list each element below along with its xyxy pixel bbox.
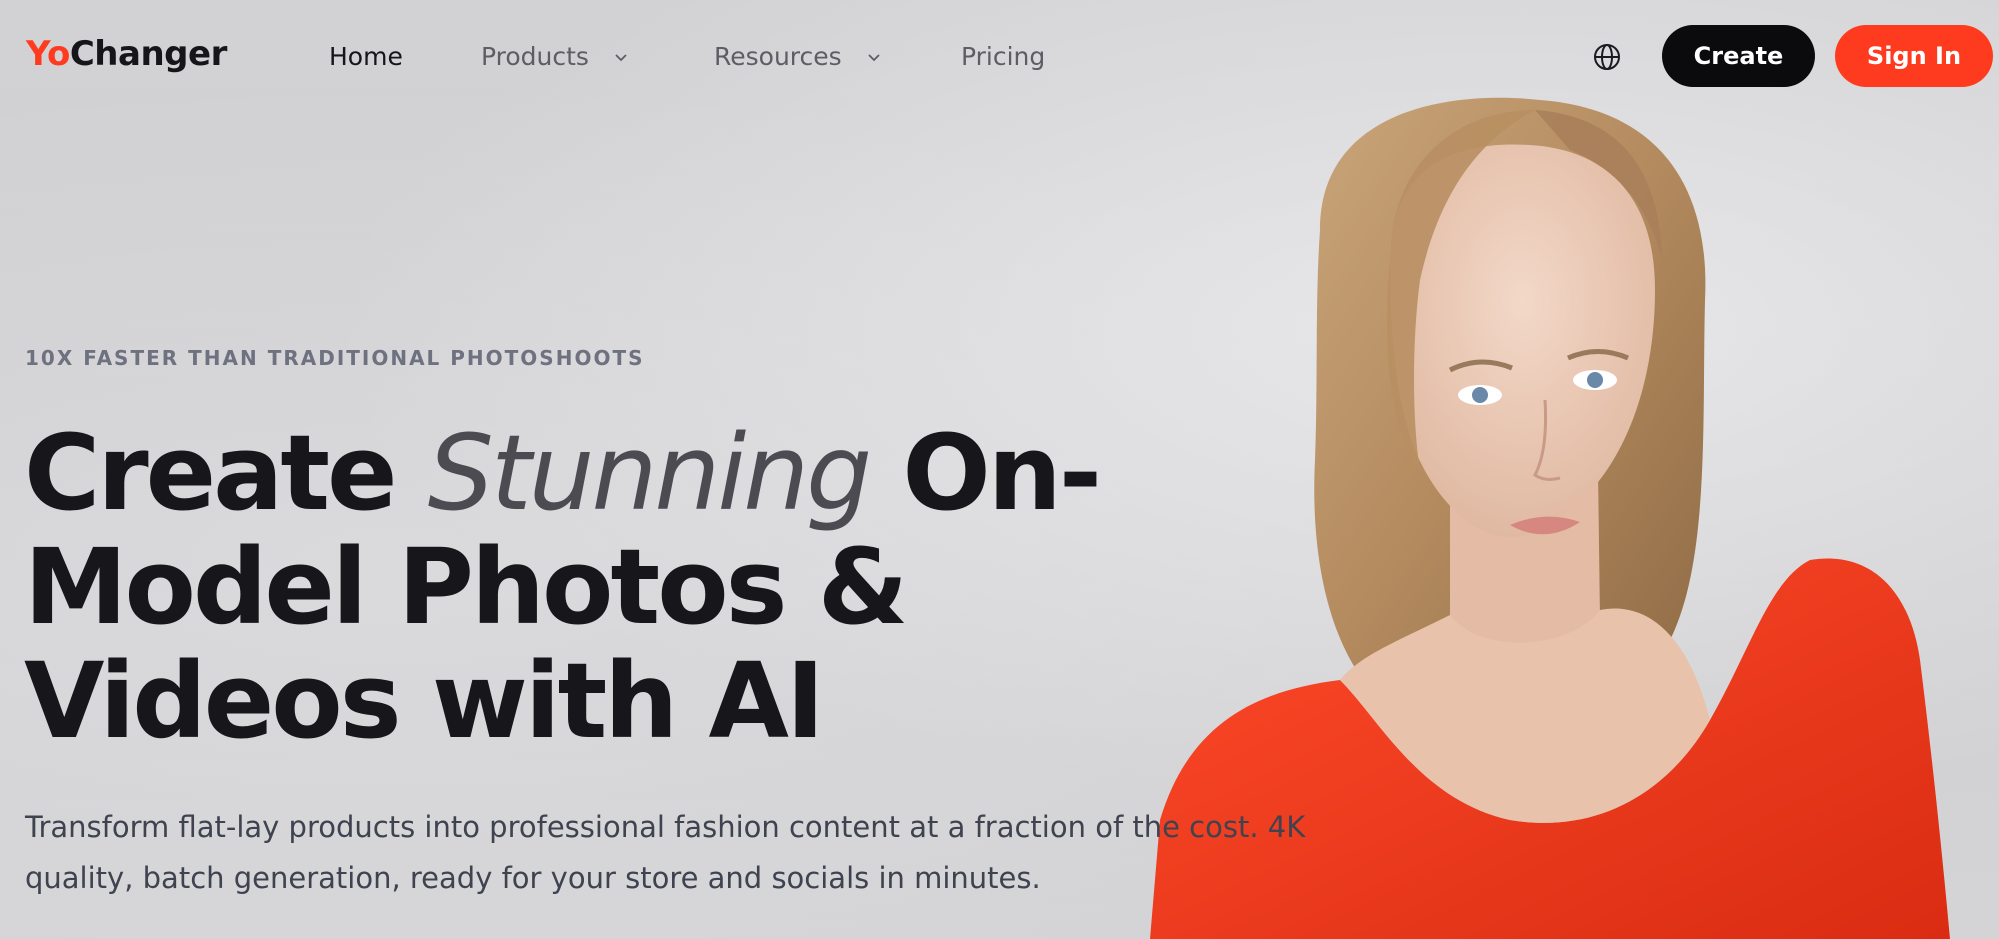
nav-link-label: Products: [481, 42, 589, 71]
top-navigation: YoChanger Home Products Resources Pricin…: [0, 0, 1999, 114]
chevron-down-icon: [868, 53, 880, 61]
brand-logo[interactable]: YoChanger: [26, 34, 227, 74]
nav-link-pricing[interactable]: Pricing: [961, 42, 1045, 71]
nav-link-label: Resources: [714, 42, 842, 71]
headline-emphasis: Stunning: [427, 412, 872, 534]
hero-headline: Create Stunning On-Model Photos & Videos…: [24, 416, 1284, 758]
headline-text: Create: [24, 412, 428, 534]
nav-link-home[interactable]: Home: [329, 42, 403, 71]
nav-link-label: Pricing: [961, 42, 1046, 71]
logo-text: Changer: [69, 34, 227, 74]
hero-eyebrow: 10X FASTER THAN TRADITIONAL PHOTOSHOOTS: [25, 346, 645, 370]
globe-icon[interactable]: [1592, 42, 1622, 72]
nav-link-resources[interactable]: Resources: [714, 42, 882, 71]
nav-link-label: Home: [329, 42, 403, 71]
hero-subtext: Transform flat-lay products into profess…: [25, 810, 1306, 895]
nav-link-products[interactable]: Products: [481, 42, 629, 71]
sign-in-button[interactable]: Sign In: [1835, 25, 1993, 87]
logo-accent: Yo: [26, 34, 70, 74]
create-button[interactable]: Create: [1662, 25, 1815, 87]
chevron-down-icon: [615, 53, 627, 61]
